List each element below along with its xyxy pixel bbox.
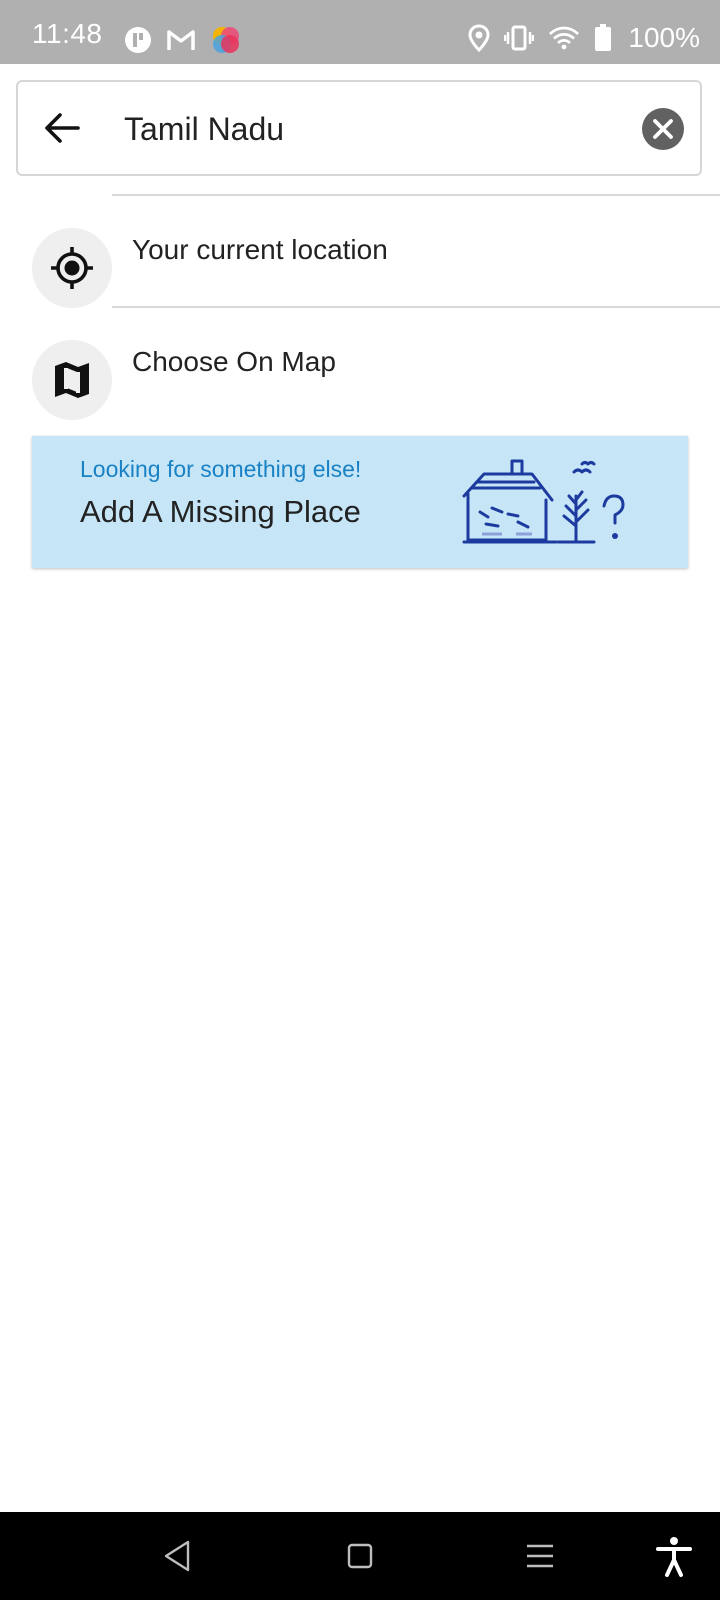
missing-place-title: Add A Missing Place xyxy=(80,494,361,529)
map-icon xyxy=(55,362,89,398)
gmail-icon xyxy=(167,30,195,50)
search-input[interactable] xyxy=(122,100,626,158)
back-triangle-icon xyxy=(164,1540,190,1572)
nav-back-button[interactable] xyxy=(156,1534,200,1578)
battery-icon xyxy=(595,24,612,51)
choose-on-map-label: Choose On Map xyxy=(132,346,336,377)
divider xyxy=(112,194,720,196)
nav-home-button[interactable] xyxy=(338,1534,382,1578)
wifi-icon xyxy=(549,26,580,50)
clear-search-button[interactable] xyxy=(642,108,684,150)
location-icon xyxy=(468,24,490,52)
search-bar xyxy=(16,80,702,176)
battery-percentage: 100% xyxy=(628,22,700,53)
current-location-option[interactable]: Your current location xyxy=(0,198,720,308)
photos-icon xyxy=(213,27,239,53)
navigation-bar xyxy=(0,1512,720,1600)
notification-icons xyxy=(124,24,242,56)
add-missing-place-card[interactable]: Looking for something else! Add A Missin… xyxy=(32,436,688,568)
close-icon xyxy=(653,119,673,139)
app-icon xyxy=(125,27,151,53)
status-bar: 11:48 100% xyxy=(0,0,720,64)
current-location-icon-circle xyxy=(32,228,112,308)
house-tree-question-illustration xyxy=(462,459,625,544)
nav-accessibility-button[interactable] xyxy=(652,1534,696,1578)
accessibility-icon xyxy=(656,1537,692,1577)
menu-lines-icon xyxy=(527,1544,553,1568)
home-square-icon xyxy=(347,1543,373,1569)
missing-place-subtitle: Looking for something else! xyxy=(80,456,362,482)
choose-on-map-option[interactable]: Choose On Map xyxy=(0,310,720,420)
nav-menu-button[interactable] xyxy=(518,1534,562,1578)
back-button[interactable] xyxy=(42,108,82,148)
vibrate-icon xyxy=(504,25,535,51)
map-icon-circle xyxy=(32,340,112,420)
crosshair-icon xyxy=(51,247,93,289)
system-icons: 100% xyxy=(468,22,700,54)
status-time: 11:48 xyxy=(32,18,103,49)
current-location-label: Your current location xyxy=(132,234,388,265)
arrow-left-icon xyxy=(45,113,80,143)
divider xyxy=(112,306,720,308)
